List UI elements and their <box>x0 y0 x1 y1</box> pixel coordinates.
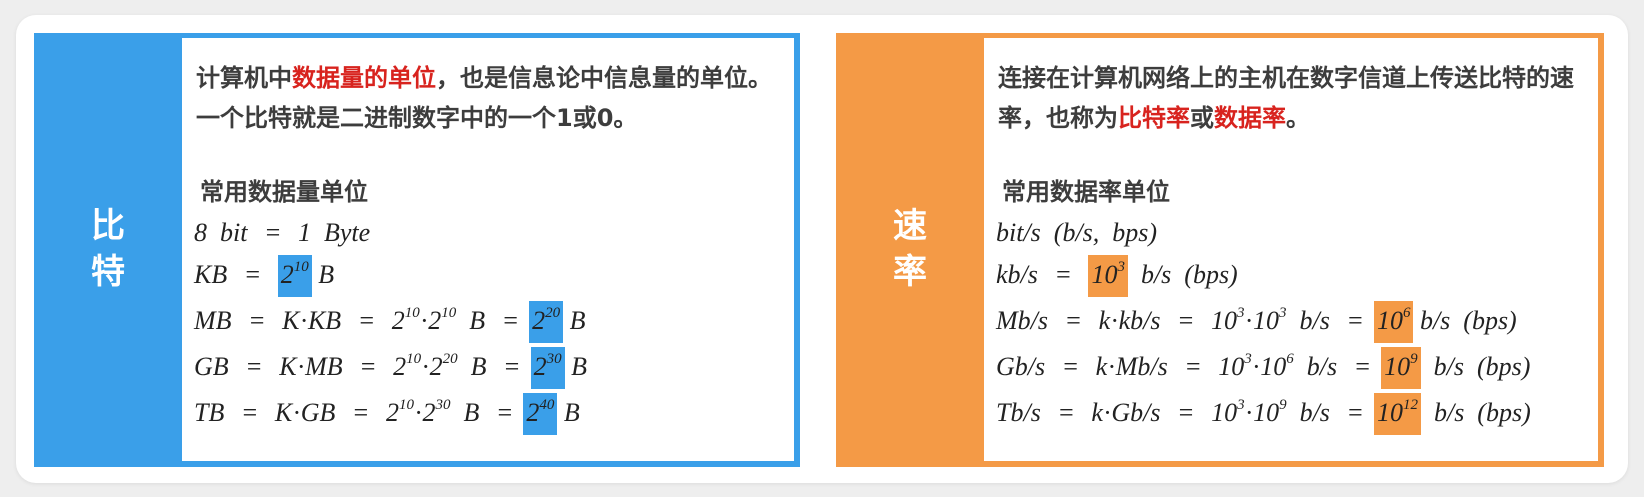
bit-formula-3: MB = K·KB = 210·210 B = 220 B <box>190 298 586 343</box>
bit-formula-1: 8 bit = 1 Byte <box>194 218 371 247</box>
bit-formula-5: TB = K·GB = 210·230 B = 240 B <box>189 390 580 435</box>
rate-formula-1: bit/s (b/s, bps) <box>996 218 1158 247</box>
bit-card: 比 特 计算机中数据量的单位，也是信息论中信息量的单位。一个比特就是二进制数字中… <box>34 33 800 467</box>
bit-intro-highlight: 数据量的单位 <box>292 64 436 92</box>
rate-intro-post: 。 <box>1286 104 1310 132</box>
bit-intro-text: 计算机中数据量的单位，也是信息论中信息量的单位。一个比特就是二进制数字中的一个1… <box>196 58 786 138</box>
rate-intro-mid: 或 <box>1190 104 1214 132</box>
bit-label-char-1: 比 <box>91 206 125 247</box>
bit-subheading: 常用数据量单位 <box>200 178 368 206</box>
rate-formula-2: kb/s = 103 b/s (bps) <box>992 252 1238 297</box>
bit-side-label: 比 特 <box>34 33 182 467</box>
rate-subheading: 常用数据率单位 <box>1002 178 1170 206</box>
bit-formula-2: KB = 210 B <box>189 252 334 297</box>
rate-intro-highlight-2: 数据率 <box>1214 104 1286 132</box>
bit-intro-pre: 计算机中 <box>196 64 292 92</box>
rate-side-label: 速 率 <box>836 33 984 467</box>
rate-content-panel: 连接在计算机网络上的主机在数字信道上传送比特的速率，也称为比特率或数据率。 常用… <box>984 38 1598 461</box>
rate-label-char-1: 速 <box>893 206 927 247</box>
rate-card: 速 率 连接在计算机网络上的主机在数字信道上传送比特的速率，也称为比特率或数据率… <box>836 33 1604 467</box>
rate-intro-highlight-1: 比特率 <box>1118 104 1190 132</box>
bit-label-char-2: 特 <box>91 252 125 292</box>
bit-content-panel: 计算机中数据量的单位，也是信息论中信息量的单位。一个比特就是二进制数字中的一个1… <box>182 38 794 461</box>
rate-intro-text: 连接在计算机网络上的主机在数字信道上传送比特的速率，也称为比特率或数据率。 <box>998 58 1588 138</box>
rate-formula-3: Mb/s = k·kb/s = 103·103 b/s = 106 b/s (bp… <box>992 298 1517 343</box>
rate-formula-5: Tb/s = k·Gb/s = 103·109 b/s = 1012 b/s (b… <box>991 390 1531 435</box>
rate-formula-4: Gb/s = k·Mb/s = 103·106 b/s = 109 b/s (bp… <box>992 344 1530 389</box>
rate-label-char-2: 率 <box>893 252 927 292</box>
bit-formula-4: GB = K·MB = 210·220 B = 230 B <box>190 344 587 389</box>
